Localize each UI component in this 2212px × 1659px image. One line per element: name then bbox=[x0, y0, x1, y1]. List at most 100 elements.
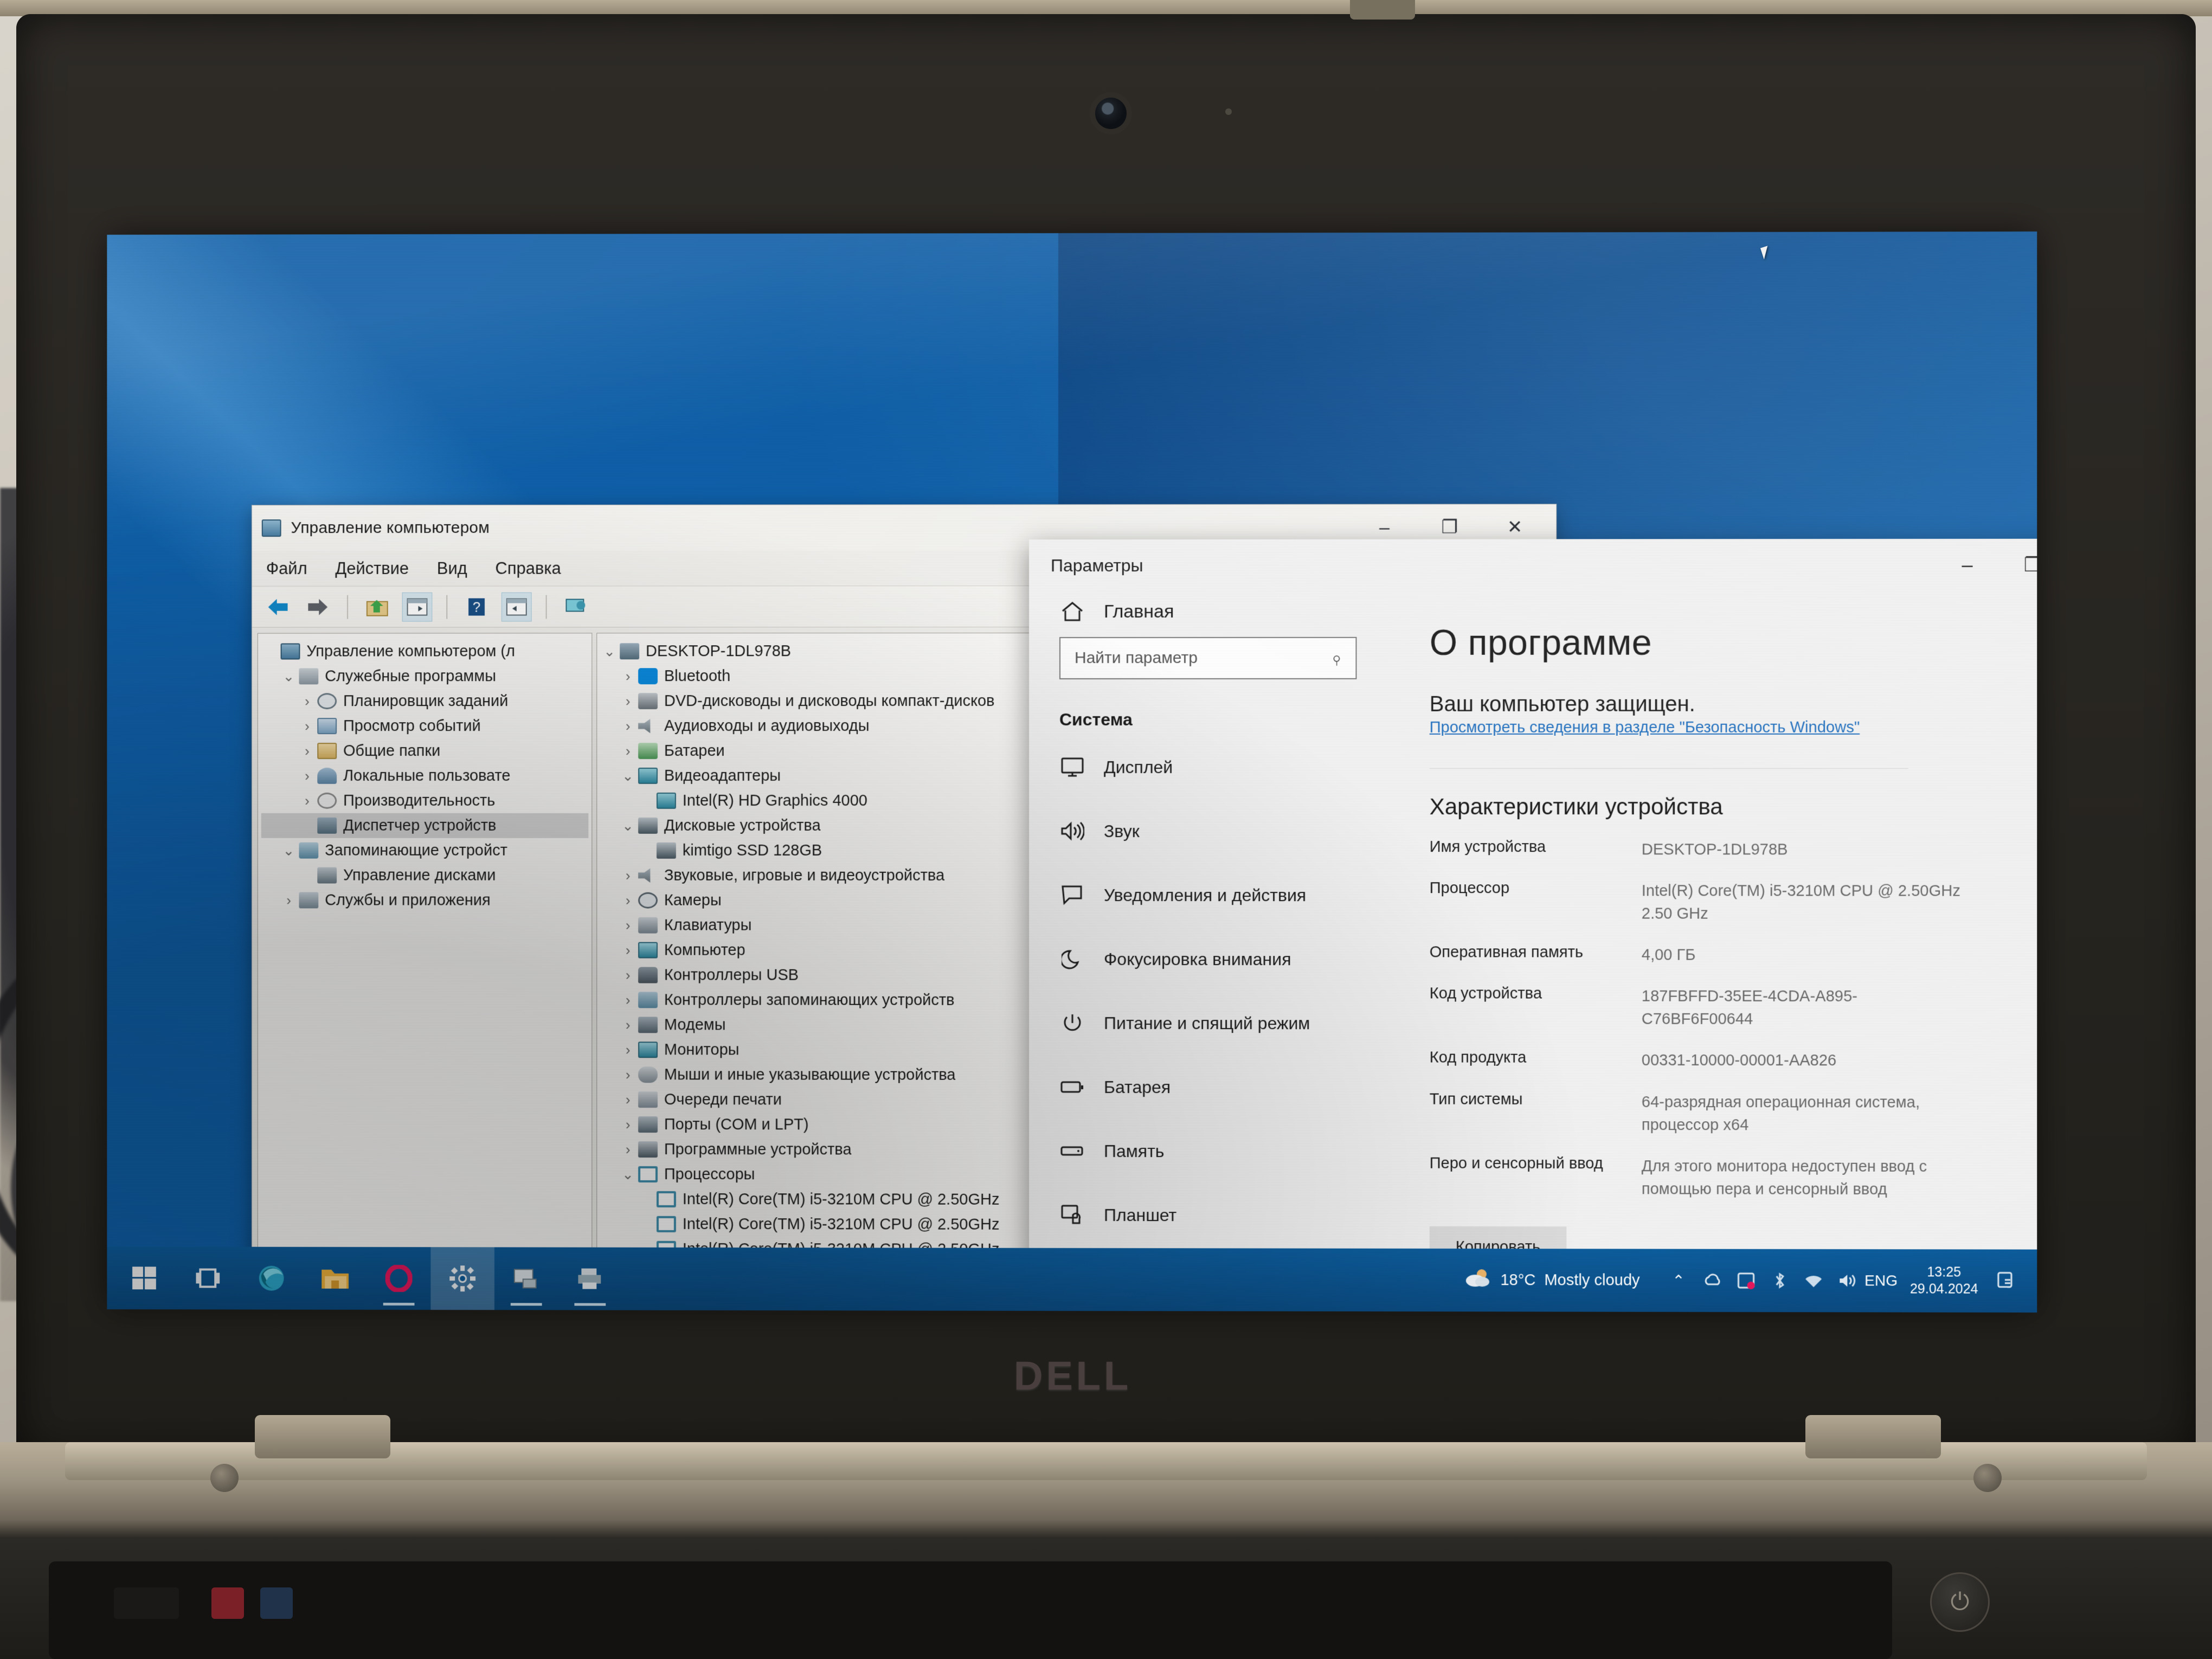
taskbar-button-task-view[interactable] bbox=[176, 1247, 240, 1310]
tree-item-row[interactable]: › Локальные пользовате bbox=[261, 763, 589, 788]
taskbar-button-opera[interactable] bbox=[367, 1247, 431, 1310]
expand-chevron-icon[interactable]: › bbox=[298, 743, 316, 759]
taskbar-button-microsoft-edge[interactable] bbox=[240, 1247, 303, 1310]
console-tree-pane[interactable]: Управление компьютером (л ⌄ Служебные прог… bbox=[257, 633, 593, 1313]
help-icon[interactable]: ? bbox=[461, 592, 492, 621]
expand-chevron-icon[interactable]: ⌄ bbox=[280, 668, 298, 684]
expand-chevron-icon[interactable]: › bbox=[619, 693, 637, 709]
expand-chevron-icon[interactable]: › bbox=[619, 967, 637, 983]
sidebar-item-focus-assist-moon[interactable]: Фокусировка внимания bbox=[1029, 927, 1387, 991]
expand-chevron-icon[interactable]: › bbox=[619, 992, 637, 1008]
expand-chevron-icon[interactable]: › bbox=[298, 693, 316, 709]
settings-window-controls[interactable]: – ❐ ✕ bbox=[1934, 540, 2037, 590]
tree-item-row[interactable]: › Службы и приложения bbox=[261, 888, 589, 912]
language-indicator[interactable]: ENG bbox=[1864, 1249, 1898, 1312]
search-icon[interactable]: ⌕ bbox=[1325, 647, 1347, 669]
sidebar-item-battery[interactable]: Батарея bbox=[1029, 1055, 1387, 1120]
tree-item-row[interactable]: Управление компьютером (л bbox=[261, 639, 589, 664]
expand-chevron-icon[interactable]: ⌄ bbox=[619, 1166, 637, 1182]
storage-icon bbox=[1059, 1144, 1085, 1158]
back-arrow-icon[interactable] bbox=[263, 592, 293, 621]
tree-item-row[interactable]: › Просмотр событий bbox=[261, 713, 589, 738]
taskbar-weather[interactable]: 18°C Mostly cloudy bbox=[1464, 1268, 1640, 1293]
expand-chevron-icon[interactable]: › bbox=[619, 917, 637, 934]
network-icon[interactable] bbox=[1797, 1249, 1830, 1312]
connect-to-computer-icon[interactable] bbox=[561, 592, 591, 621]
device-item-label: Дисковые устройства bbox=[664, 818, 821, 834]
onedrive-icon[interactable] bbox=[1695, 1249, 1729, 1312]
tree-item-row[interactable]: ⌄ Служебные программы bbox=[261, 664, 589, 689]
expand-chevron-icon[interactable]: › bbox=[619, 1041, 637, 1058]
expand-chevron-icon[interactable]: › bbox=[619, 1091, 637, 1108]
tree-item-row[interactable]: ⌄ Запоминающие устройст bbox=[261, 838, 589, 863]
up-folder-icon[interactable] bbox=[362, 592, 393, 621]
sidebar-item-power[interactable]: Питание и спящий режим bbox=[1029, 991, 1387, 1056]
sidebar-item-sound[interactable]: Звук bbox=[1029, 799, 1387, 863]
expand-chevron-icon[interactable]: › bbox=[619, 668, 637, 684]
tree-item-row[interactable]: Управление дисками bbox=[261, 863, 589, 888]
tree-item-row[interactable]: › Общие папки bbox=[261, 738, 589, 763]
bluetooth-tray-icon[interactable] bbox=[1763, 1249, 1797, 1312]
lid-latch bbox=[1350, 0, 1415, 20]
volume-icon[interactable] bbox=[1830, 1249, 1864, 1312]
system-tray[interactable]: 18°C Mostly cloudy ⌃ ENG 13:25 29.04.202… bbox=[1464, 1249, 2031, 1313]
expand-chevron-icon[interactable]: › bbox=[619, 867, 637, 884]
taskbar-button-windows-start[interactable] bbox=[112, 1246, 176, 1309]
sidebar-item-storage[interactable]: Память bbox=[1029, 1119, 1387, 1184]
menu-file[interactable]: Файл bbox=[266, 558, 307, 578]
show-console-tree-icon[interactable] bbox=[402, 592, 433, 622]
sidebar-item-tablet[interactable]: Планшет bbox=[1029, 1183, 1387, 1248]
expand-chevron-icon[interactable]: › bbox=[298, 768, 316, 784]
sidebar-item-home[interactable]: Главная bbox=[1029, 591, 1387, 637]
show-hidden-icons-chevron[interactable]: ⌃ bbox=[1662, 1249, 1695, 1312]
sidebar-item-notifications[interactable]: Уведомления и действия bbox=[1029, 863, 1387, 927]
tree-item-row[interactable]: › Производительность bbox=[261, 788, 589, 813]
settings-window[interactable]: Параметры – ❐ ✕ Главная Найти bbox=[1029, 538, 2037, 1313]
expand-chevron-icon[interactable]: › bbox=[619, 743, 637, 759]
taskbar-button-file-explorer[interactable] bbox=[303, 1247, 366, 1310]
expand-chevron-icon[interactable]: › bbox=[619, 1066, 637, 1083]
device-item-label: Мыши и иные указывающие устройства bbox=[664, 1066, 956, 1083]
settings-sidebar[interactable]: Главная Найти параметр ⌕ Система Дисплей… bbox=[1029, 591, 1387, 1313]
expand-chevron-icon[interactable]: › bbox=[619, 892, 637, 909]
menu-view[interactable]: Вид bbox=[437, 558, 467, 578]
expand-chevron-icon[interactable]: ⌄ bbox=[600, 643, 619, 659]
expand-chevron-icon[interactable]: ⌄ bbox=[619, 818, 637, 834]
expand-chevron-icon[interactable]: › bbox=[619, 718, 637, 734]
expand-chevron-icon[interactable]: › bbox=[619, 1141, 637, 1158]
expand-chevron-icon[interactable]: ⌄ bbox=[280, 843, 298, 859]
show-action-pane-icon[interactable] bbox=[501, 592, 532, 621]
console-tree[interactable]: Управление компьютером (л ⌄ Служебные прог… bbox=[258, 633, 592, 918]
expand-chevron-icon[interactable]: › bbox=[619, 1017, 637, 1033]
taskbar-button-computer-management[interactable] bbox=[494, 1247, 558, 1310]
taskbar-button-settings[interactable] bbox=[430, 1247, 494, 1310]
taskbar-clock[interactable]: 13:25 29.04.2024 bbox=[1898, 1264, 1990, 1298]
windows-security-link[interactable]: Просмотреть сведения в разделе "Безопасн… bbox=[1430, 719, 1860, 736]
expand-chevron-icon[interactable]: › bbox=[280, 892, 298, 908]
tree-item-row[interactable]: › Планировщик заданий bbox=[261, 689, 589, 713]
expand-chevron-icon[interactable]: › bbox=[298, 718, 316, 734]
settings-search-input[interactable]: Найти параметр ⌕ bbox=[1059, 636, 1357, 680]
page-title: О программе bbox=[1429, 622, 1652, 663]
action-center-icon[interactable] bbox=[1990, 1250, 2023, 1313]
taskbar-button-printer-app[interactable] bbox=[558, 1248, 622, 1310]
device-specs-heading: Характеристики устройства bbox=[1429, 794, 1723, 820]
sidebar-items[interactable]: Дисплей Звук Уведомления и действия Фокусир… bbox=[1029, 735, 1387, 1311]
toolbar-divider bbox=[347, 595, 349, 619]
expand-chevron-icon[interactable]: › bbox=[619, 1116, 637, 1133]
security-notification-icon[interactable] bbox=[1729, 1249, 1763, 1312]
maximize-button[interactable]: ❐ bbox=[2000, 540, 2037, 590]
settings-titlebar[interactable]: Параметры – ❐ ✕ bbox=[1029, 539, 2037, 591]
expand-chevron-icon[interactable]: › bbox=[619, 942, 637, 959]
menu-action[interactable]: Действие bbox=[335, 558, 409, 578]
expand-chevron-icon[interactable]: ⌄ bbox=[619, 768, 637, 784]
sidebar-item-label: Память bbox=[1104, 1141, 1165, 1161]
minimize-button[interactable]: – bbox=[1934, 540, 2000, 590]
menu-help[interactable]: Справка bbox=[496, 558, 561, 578]
sidebar-item-display[interactable]: Дисплей bbox=[1029, 735, 1387, 799]
taskbar[interactable]: 18°C Mostly cloudy ⌃ ENG 13:25 29.04.202… bbox=[107, 1246, 2037, 1313]
power-button[interactable]: ⏻ bbox=[1930, 1572, 1990, 1632]
forward-arrow-icon[interactable] bbox=[303, 592, 333, 621]
expand-chevron-icon[interactable]: › bbox=[298, 793, 316, 809]
tree-item-row[interactable]: Диспетчер устройств bbox=[261, 813, 589, 838]
